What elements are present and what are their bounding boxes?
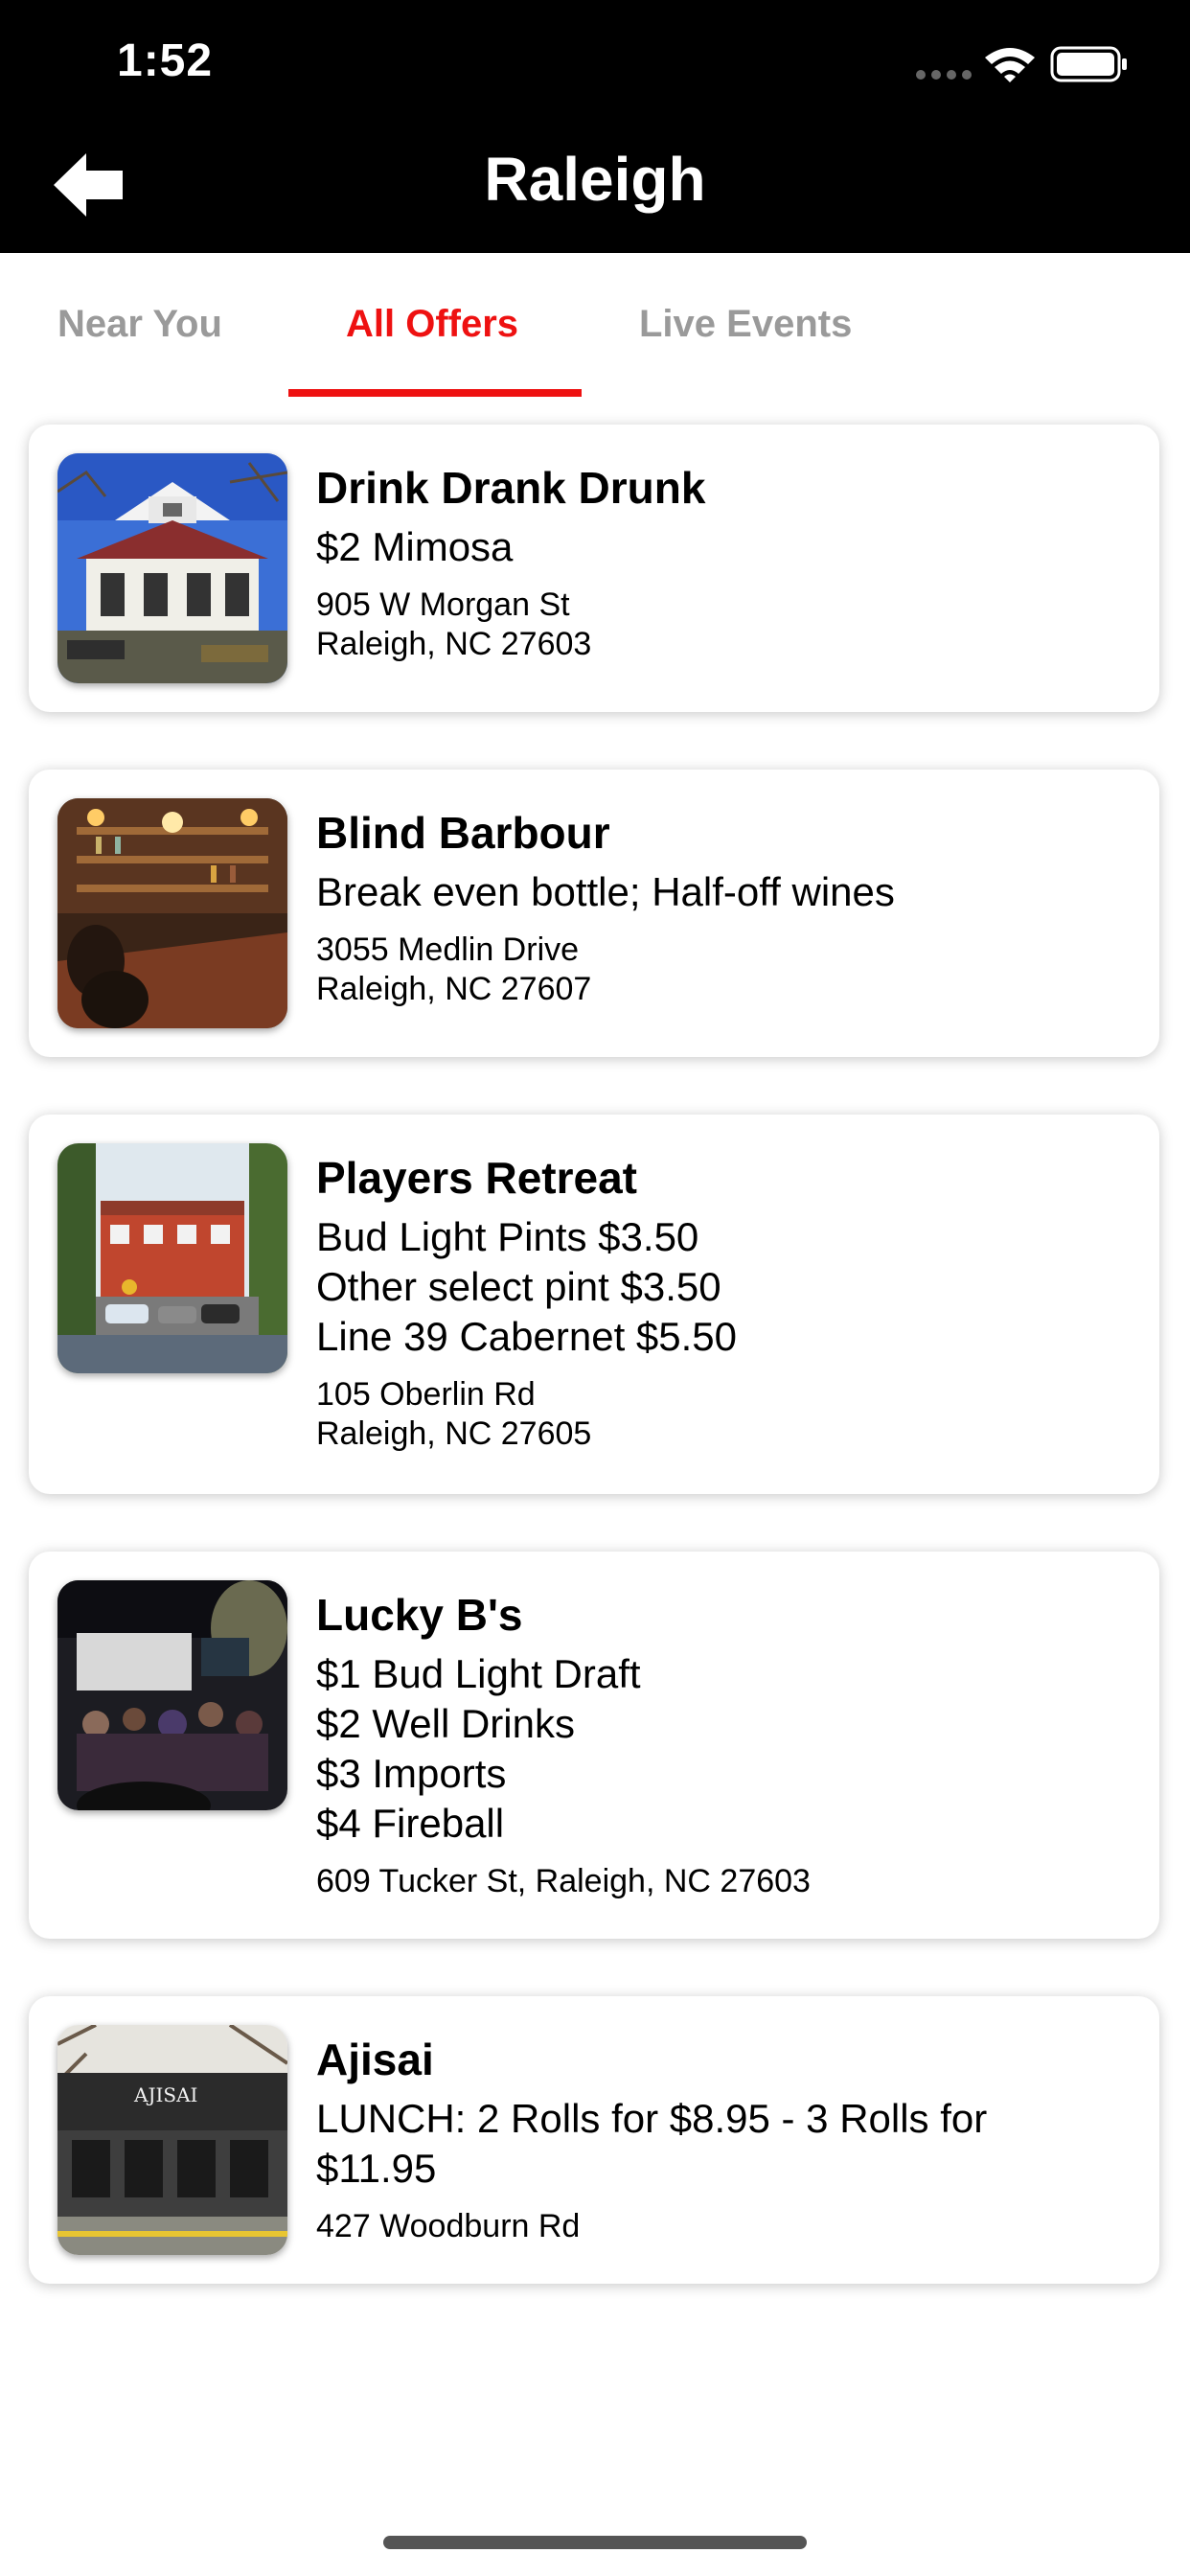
thumb-sign-text: AJISAI [133, 2083, 197, 2106]
venue-name: Drink Drank Drunk [316, 463, 706, 513]
venue-address: 105 Oberlin Rd Raleigh, NC 27605 [316, 1375, 1131, 1454]
venue-card[interactable]: Blind Barbour Break even bottle; Half-of… [29, 770, 1159, 1057]
venue-info: Drink Drank Drunk $2 Mimosa 905 W Morgan… [316, 461, 1131, 664]
venue-photo [57, 453, 287, 683]
venue-card[interactable]: Players Retreat Bud Light Pints $3.50 Ot… [29, 1115, 1159, 1494]
venue-offer: Bud Light Pints $3.50 [316, 1214, 699, 1259]
venue-address: 427 Woodburn Rd [316, 2207, 1131, 2246]
venue-name: Lucky B's [316, 1590, 523, 1640]
wifi-icon [985, 48, 1035, 82]
venue-address: 3055 Medlin Drive Raleigh, NC 27607 [316, 931, 1131, 1009]
address-line: 905 W Morgan St [316, 586, 570, 623]
venue-offer: Line 39 Cabernet $5.50 [316, 1314, 738, 1359]
address-line: Raleigh, NC 27607 [316, 971, 592, 1007]
tab-all-offers[interactable]: All Offers [346, 303, 518, 346]
venue-card[interactable]: AJISAI Ajisai LUNCH: 2 Rolls for $8.95 -… [29, 1996, 1159, 2284]
venue-offer: Break even bottle; Half-off wines [316, 869, 895, 914]
address-line: 105 Oberlin Rd [316, 1376, 536, 1413]
venue-offer: $3 Imports [316, 1751, 507, 1796]
venue-photo: AJISAI [57, 2025, 287, 2255]
venue-info: Blind Barbour Break even bottle; Half-of… [316, 806, 1131, 1009]
battery-icon [1050, 46, 1127, 82]
venue-name: Blind Barbour [316, 808, 610, 858]
venue-offer: $11.95 [316, 2146, 437, 2191]
venue-name: Players Retreat [316, 1153, 637, 1203]
venue-offer: $1 Bud Light Draft [316, 1651, 641, 1696]
nav-header: 1:52 Raleigh [0, 0, 1190, 253]
venue-offer: $2 Well Drinks [316, 1701, 575, 1746]
tab-live-events[interactable]: Live Events [639, 303, 852, 346]
address-line: Raleigh, NC 27605 [316, 1415, 592, 1452]
venue-address: 905 W Morgan St Raleigh, NC 27603 [316, 586, 1131, 664]
venue-card[interactable]: Lucky B's $1 Bud Light Draft $2 Well Dri… [29, 1552, 1159, 1939]
venue-offer: LUNCH: 2 Rolls for $8.95 - 3 Rolls for [316, 2096, 988, 2141]
venue-photo [57, 798, 287, 1028]
venue-address: 609 Tucker St, Raleigh, NC 27603 [316, 1862, 1131, 1901]
address-line: 609 Tucker St, Raleigh, NC 27603 [316, 1863, 811, 1899]
venue-name: Ajisai [316, 2035, 434, 2084]
venue-info: Players Retreat Bud Light Pints $3.50 Ot… [316, 1151, 1131, 1454]
venue-offer: $4 Fireball [316, 1801, 505, 1846]
page-title: Raleigh [484, 145, 706, 214]
venue-offer: $2 Mimosa [316, 524, 514, 569]
tab-bar: Near You All Offers Live Events [0, 253, 1190, 397]
active-tab-indicator [288, 389, 582, 397]
venue-card[interactable]: Drink Drank Drunk $2 Mimosa 905 W Morgan… [29, 425, 1159, 712]
venue-photo [57, 1143, 287, 1373]
status-time: 1:52 [117, 35, 214, 86]
home-indicator[interactable] [383, 2536, 807, 2549]
cellular-signal-icon [916, 70, 972, 81]
address-line: 427 Woodburn Rd [316, 2208, 581, 2244]
address-line: 3055 Medlin Drive [316, 932, 580, 968]
venue-offer: Other select pint $3.50 [316, 1264, 721, 1309]
address-line: Raleigh, NC 27603 [316, 626, 592, 662]
venue-info: Ajisai LUNCH: 2 Rolls for $8.95 - 3 Roll… [316, 2033, 1131, 2246]
tab-near-you[interactable]: Near You [57, 303, 222, 346]
venue-photo [57, 1580, 287, 1810]
venue-info: Lucky B's $1 Bud Light Draft $2 Well Dri… [316, 1588, 1131, 1901]
